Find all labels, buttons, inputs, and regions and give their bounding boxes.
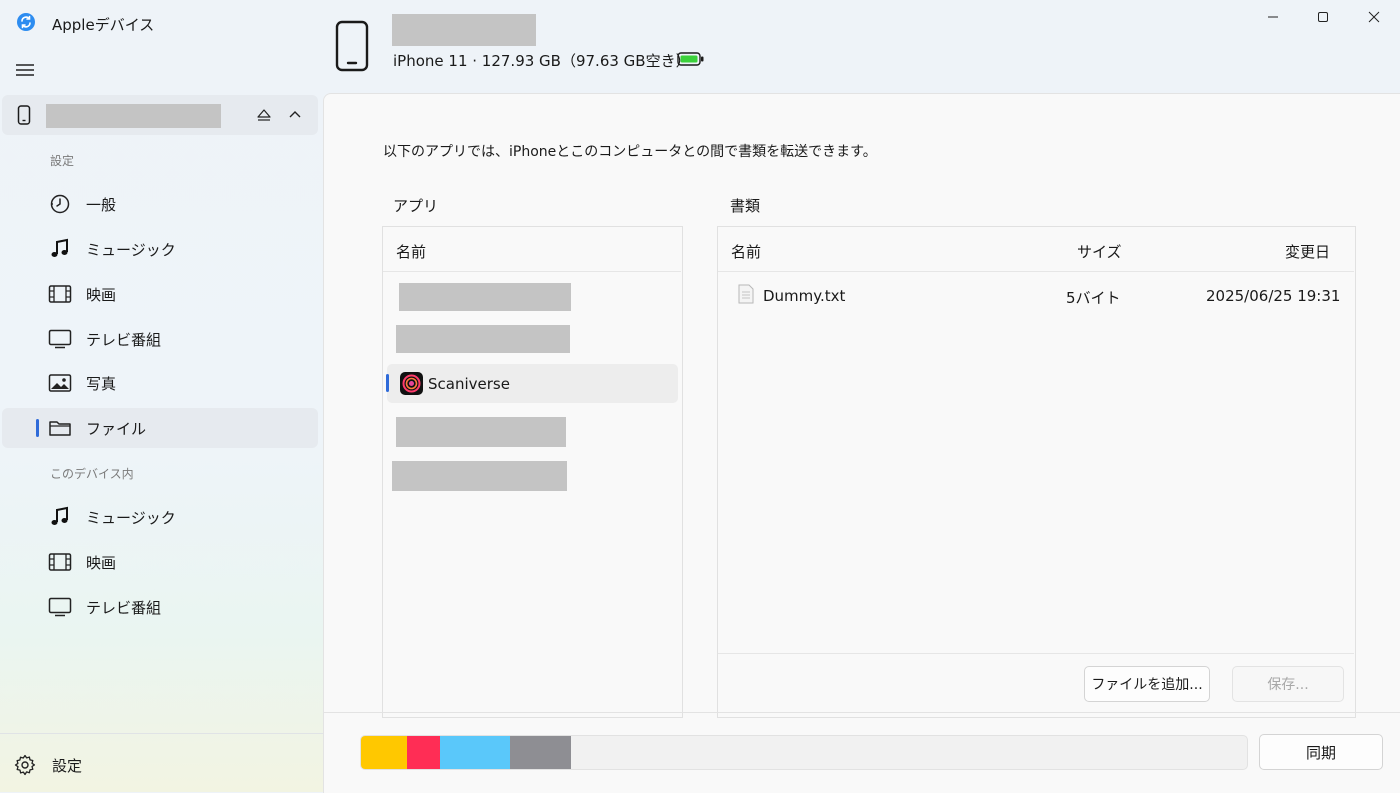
phone-small-icon <box>17 105 31 125</box>
app-row-scaniverse[interactable]: Scaniverse <box>386 364 678 403</box>
storage-bar <box>360 735 1248 770</box>
film-icon <box>48 282 72 306</box>
sidebar-settings-button[interactable]: 設定 <box>14 754 82 776</box>
sidebar-settings-label: 設定 <box>52 756 83 775</box>
docs-footer-divider <box>718 653 1354 654</box>
film-icon <box>48 550 72 574</box>
sidebar-item-label: 映画 <box>86 285 117 304</box>
hamburger-icon <box>16 64 34 76</box>
sidebar-item-movies[interactable]: 映画 <box>2 274 318 314</box>
sidebar-item-music[interactable]: ミュージック <box>2 229 318 269</box>
device-selector[interactable] <box>2 95 318 135</box>
music-note-icon <box>48 505 72 529</box>
document-name: Dummy.txt <box>763 287 846 305</box>
clock-gear-icon <box>48 192 72 216</box>
add-file-button[interactable]: ファイルを追加... <box>1084 666 1210 702</box>
device-name-redacted <box>46 104 221 128</box>
storage-segment-photos <box>440 736 510 769</box>
intro-text: 以下のアプリでは、iPhoneとこのコンピュータとの間で書類を転送できます。 <box>383 144 877 160</box>
docs-column-modified[interactable]: 変更日 <box>1285 241 1330 262</box>
apple-devices-logo-icon <box>17 13 35 31</box>
sidebar-item-tv-shows[interactable]: テレビ番組 <box>2 319 318 359</box>
sidebar-item-device-movies[interactable]: 映画 <box>2 542 318 582</box>
device-info: iPhone 11 · 127.93 GB（97.63 GB空き） <box>393 52 691 70</box>
active-indicator <box>36 419 39 437</box>
document-modified: 2025/06/25 19:31 <box>1206 287 1341 305</box>
scaniverse-app-icon <box>400 372 423 395</box>
sidebar-item-general[interactable]: 一般 <box>2 184 318 224</box>
sidebar-item-device-music[interactable]: ミュージック <box>2 497 318 537</box>
device-section-label: このデバイス内 <box>50 467 134 481</box>
documents-label: 書類 <box>730 197 761 215</box>
sidebar-item-files[interactable]: ファイル <box>2 408 318 448</box>
docs-column-name[interactable]: 名前 <box>731 241 761 262</box>
iphone-icon <box>335 20 369 72</box>
docs-column-size[interactable]: サイズ <box>1077 241 1122 262</box>
sidebar-item-label: テレビ番組 <box>86 330 162 349</box>
app-row-redacted[interactable] <box>399 283 571 311</box>
sidebar-item-label: ミュージック <box>86 508 176 527</box>
docs-header-divider <box>718 271 1354 272</box>
photo-icon <box>48 371 72 395</box>
sidebar-item-label: 一般 <box>86 195 117 214</box>
save-button[interactable]: 保存... <box>1232 666 1344 702</box>
sidebar-item-device-tv-shows[interactable]: テレビ番組 <box>2 587 318 627</box>
sidebar-item-label: 映画 <box>86 553 117 572</box>
selection-indicator <box>386 374 389 392</box>
device-name-redacted <box>392 14 536 46</box>
sidebar-item-label: ミュージック <box>86 240 176 259</box>
apps-column-name[interactable]: 名前 <box>396 241 426 262</box>
apps-header-divider <box>383 271 681 272</box>
sync-button[interactable]: 同期 <box>1259 734 1383 770</box>
app-name: Scaniverse <box>428 375 510 393</box>
app-row-redacted[interactable] <box>396 417 566 447</box>
battery-icon <box>677 52 704 66</box>
sidebar-item-label: 写真 <box>86 374 117 393</box>
minimize-button[interactable] <box>1259 6 1287 28</box>
app-row-redacted[interactable] <box>396 325 570 353</box>
apps-label: アプリ <box>393 197 439 215</box>
music-note-icon <box>48 237 72 261</box>
close-button[interactable] <box>1360 6 1388 28</box>
footer-divider <box>324 712 1400 713</box>
storage-segment-apps <box>361 736 407 769</box>
maximize-button[interactable] <box>1309 6 1337 28</box>
hamburger-menu-button[interactable] <box>15 62 35 82</box>
tv-icon <box>48 595 72 619</box>
sidebar-item-label: テレビ番組 <box>86 598 162 617</box>
eject-icon[interactable] <box>256 107 272 123</box>
sidebar-item-photos[interactable]: 写真 <box>2 363 318 403</box>
tv-icon <box>48 327 72 351</box>
chevron-up-icon[interactable] <box>288 109 302 119</box>
sidebar-divider <box>0 733 323 734</box>
document-size: 5バイト <box>1066 289 1121 307</box>
storage-segment-music <box>407 736 440 769</box>
app-title: Appleデバイス <box>52 16 155 34</box>
sidebar-item-label: ファイル <box>86 419 147 438</box>
folder-icon <box>48 416 72 440</box>
close-icon <box>1368 11 1380 23</box>
text-file-icon <box>738 284 754 304</box>
gear-icon <box>14 754 36 776</box>
storage-segment-other <box>510 736 571 769</box>
settings-section-label: 設定 <box>50 154 75 168</box>
minimize-icon <box>1268 16 1278 18</box>
app-row-redacted[interactable] <box>392 461 567 491</box>
document-row[interactable]: Dummy.txt 5バイト 2025/06/25 19:31 <box>718 280 1354 312</box>
maximize-icon <box>1318 12 1328 22</box>
